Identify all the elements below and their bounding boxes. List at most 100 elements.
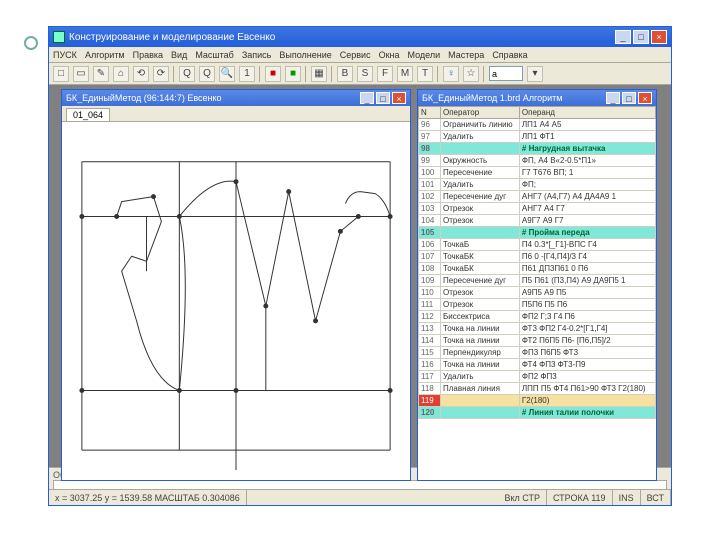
toolbar-field[interactable] bbox=[489, 66, 523, 81]
table-row[interactable]: 119Г2(180) bbox=[419, 395, 656, 407]
tool-edit-icon[interactable]: ✎ bbox=[93, 66, 109, 82]
tool-zoomout-icon[interactable]: Q bbox=[199, 66, 215, 82]
tool-zoomin-icon[interactable]: Q bbox=[179, 66, 195, 82]
tool-zoomfit-icon[interactable]: 🔍 bbox=[219, 66, 235, 82]
tool-undo-icon[interactable]: ⟲ bbox=[133, 66, 149, 82]
menu-help[interactable]: Справка bbox=[492, 50, 527, 60]
table-row[interactable]: 99ОкружностьФП, А4 В«2-0.5*П1» bbox=[419, 155, 656, 167]
menu-models[interactable]: Модели bbox=[408, 50, 441, 60]
table-row[interactable]: 103ОтрезокАНГ7 А4 Г7 bbox=[419, 203, 656, 215]
cell-operand: ФТ4 ФП3 ФТ3-П9 bbox=[519, 359, 655, 371]
drawing-tab[interactable]: 01_064 bbox=[66, 108, 110, 121]
tool-grid-icon[interactable]: ▦ bbox=[311, 66, 327, 82]
menu-start[interactable]: ПУСК bbox=[53, 50, 77, 60]
tool-f-icon[interactable]: F bbox=[377, 66, 393, 82]
col-n[interactable]: N bbox=[419, 107, 441, 119]
algorithm-max-button[interactable]: □ bbox=[622, 92, 636, 104]
table-row[interactable]: 107ТочкаБКП6 0 -[Г4,П4]/3 Г4 bbox=[419, 251, 656, 263]
cell-n: 99 bbox=[419, 155, 441, 167]
cell-operator: Пересечение bbox=[441, 167, 520, 179]
cell-operator: Биссектриса bbox=[441, 311, 520, 323]
tool-star-icon[interactable]: ☆ bbox=[463, 66, 479, 82]
menu-view[interactable]: Вид bbox=[171, 50, 187, 60]
cell-n: 112 bbox=[419, 311, 441, 323]
table-row[interactable]: 115ПерпендикулярФП3 П6П5 ФТ3 bbox=[419, 347, 656, 359]
table-row[interactable]: 117УдалитьФП2 ФП3 bbox=[419, 371, 656, 383]
tool-home-icon[interactable]: ⌂ bbox=[113, 66, 129, 82]
cell-operator: Удалить bbox=[441, 371, 520, 383]
menu-run[interactable]: Выполнение bbox=[279, 50, 331, 60]
tool-run-icon[interactable]: ■ bbox=[285, 66, 301, 82]
tool-s-icon[interactable]: S bbox=[357, 66, 373, 82]
drawing-max-button[interactable]: □ bbox=[376, 92, 390, 104]
tool-m-icon[interactable]: M bbox=[397, 66, 413, 82]
table-row[interactable]: 116Точка на линииФТ4 ФП3 ФТ3-П9 bbox=[419, 359, 656, 371]
algorithm-min-button[interactable]: _ bbox=[606, 92, 620, 104]
app-window: Конструирование и моделирование Евсенко … bbox=[48, 26, 672, 506]
tool-new-icon[interactable]: □ bbox=[53, 66, 69, 82]
drawing-min-button[interactable]: _ bbox=[360, 92, 374, 104]
cell-n: 104 bbox=[419, 215, 441, 227]
close-button[interactable]: × bbox=[651, 30, 667, 44]
table-row[interactable]: 108ТочкаБКП61 ДП3П61 0 П6 bbox=[419, 263, 656, 275]
table-row[interactable]: 105# Пройма переда bbox=[419, 227, 656, 239]
cell-n: 97 bbox=[419, 131, 441, 143]
menu-service[interactable]: Сервис bbox=[340, 50, 371, 60]
cell-operand: ФП2 ФП3 bbox=[519, 371, 655, 383]
table-row[interactable]: 102Пересечение дугАНГ7 (А4,Г7) А4 ДА4А9 … bbox=[419, 191, 656, 203]
col-operand[interactable]: Операнд bbox=[519, 107, 655, 119]
table-row[interactable]: 110ОтрезокА9П5 А9 П5 bbox=[419, 287, 656, 299]
cell-n: 107 bbox=[419, 251, 441, 263]
tool-open-icon[interactable]: ▭ bbox=[73, 66, 89, 82]
toolbar: □ ▭ ✎ ⌂ ⟲ ⟳ Q Q 🔍 1 ■ ■ ▦ B S F M T ♀ ☆ … bbox=[49, 63, 671, 85]
algorithm-titlebar: БК_ЕдиныйМетод 1.brd Алгоритм _ □ × bbox=[418, 90, 656, 106]
cell-n: 116 bbox=[419, 359, 441, 371]
table-row[interactable]: 98# Нагрудная вытачка bbox=[419, 143, 656, 155]
drawing-tabstrip: 01_064 bbox=[62, 106, 410, 122]
workspace: БК_ЕдиныйМетод (96:144:7) Евсенко _ □ × … bbox=[49, 85, 671, 467]
menu-record[interactable]: Запись bbox=[242, 50, 272, 60]
table-row[interactable]: 96Ограничить линиюЛП1 А4 А5 bbox=[419, 119, 656, 131]
table-row[interactable]: 104ОтрезокА9Г7 А9 Г7 bbox=[419, 215, 656, 227]
minimize-button[interactable]: _ bbox=[615, 30, 631, 44]
table-row[interactable]: 101УдалитьФП; bbox=[419, 179, 656, 191]
menu-windows[interactable]: Окна bbox=[379, 50, 400, 60]
table-row[interactable]: 120# Линия талии полочки bbox=[419, 407, 656, 419]
menu-edit[interactable]: Правка bbox=[133, 50, 163, 60]
menu-masters[interactable]: Мастера bbox=[448, 50, 484, 60]
cell-operator: Точка на линии bbox=[441, 323, 520, 335]
cell-n: 118 bbox=[419, 383, 441, 395]
cell-operator: Отрезок bbox=[441, 215, 520, 227]
col-operator[interactable]: Оператор bbox=[441, 107, 520, 119]
table-row[interactable]: 109Пересечение дугП5 П61 (П3,П4) А9 ДА9П… bbox=[419, 275, 656, 287]
cell-operand: П4 0.3*[_Г1]-ВПС Г4 bbox=[519, 239, 655, 251]
cell-n: 119 bbox=[419, 395, 441, 407]
table-row[interactable]: 97УдалитьЛП1 ФТ1 bbox=[419, 131, 656, 143]
table-row[interactable]: 106ТочкаБП4 0.3*[_Г1]-ВПС Г4 bbox=[419, 239, 656, 251]
drawing-close-button[interactable]: × bbox=[392, 92, 406, 104]
drawing-title: БК_ЕдиныйМетод (96:144:7) Евсенко bbox=[66, 93, 222, 103]
tool-redo-icon[interactable]: ⟳ bbox=[153, 66, 169, 82]
tool-stop-icon[interactable]: ■ bbox=[265, 66, 281, 82]
tool-b-icon[interactable]: B bbox=[337, 66, 353, 82]
table-row[interactable]: 112БиссектрисаФП2 Г;3 Г4 П6 bbox=[419, 311, 656, 323]
cell-operand: Г7 Т676 ВП; 1 bbox=[519, 167, 655, 179]
table-row[interactable]: 100ПересечениеГ7 Т676 ВП; 1 bbox=[419, 167, 656, 179]
table-row[interactable]: 118Плавная линияЛПП П5 ФТ4 П61>90 ФТ3 Г2… bbox=[419, 383, 656, 395]
tool-figure-icon[interactable]: ♀ bbox=[443, 66, 459, 82]
table-row[interactable]: 113Точка на линииФТ3 ФП2 Г4-0.2*[Г1,Г4] bbox=[419, 323, 656, 335]
tool-zoom100-icon[interactable]: 1 bbox=[239, 66, 255, 82]
tool-t-icon[interactable]: T bbox=[417, 66, 433, 82]
cell-operator bbox=[441, 143, 520, 155]
tool-dropdown-icon[interactable]: ▾ bbox=[527, 66, 543, 82]
maximize-button[interactable]: □ bbox=[633, 30, 649, 44]
cell-operator: Точка на линии bbox=[441, 359, 520, 371]
drawing-canvas[interactable] bbox=[62, 122, 410, 480]
cell-operand: П5П6 П5 П6 bbox=[519, 299, 655, 311]
table-row[interactable]: 114Точка на линииФТ2 П6П5 П6- [П6,П5]/2 bbox=[419, 335, 656, 347]
algorithm-close-button[interactable]: × bbox=[638, 92, 652, 104]
menu-scale[interactable]: Масштаб bbox=[195, 50, 234, 60]
table-row[interactable]: 111ОтрезокП5П6 П5 П6 bbox=[419, 299, 656, 311]
algorithm-table-scroll[interactable]: N Оператор Операнд 96Ограничить линиюЛП1… bbox=[418, 106, 656, 480]
menu-algorithm[interactable]: Алгоритм bbox=[85, 50, 125, 60]
